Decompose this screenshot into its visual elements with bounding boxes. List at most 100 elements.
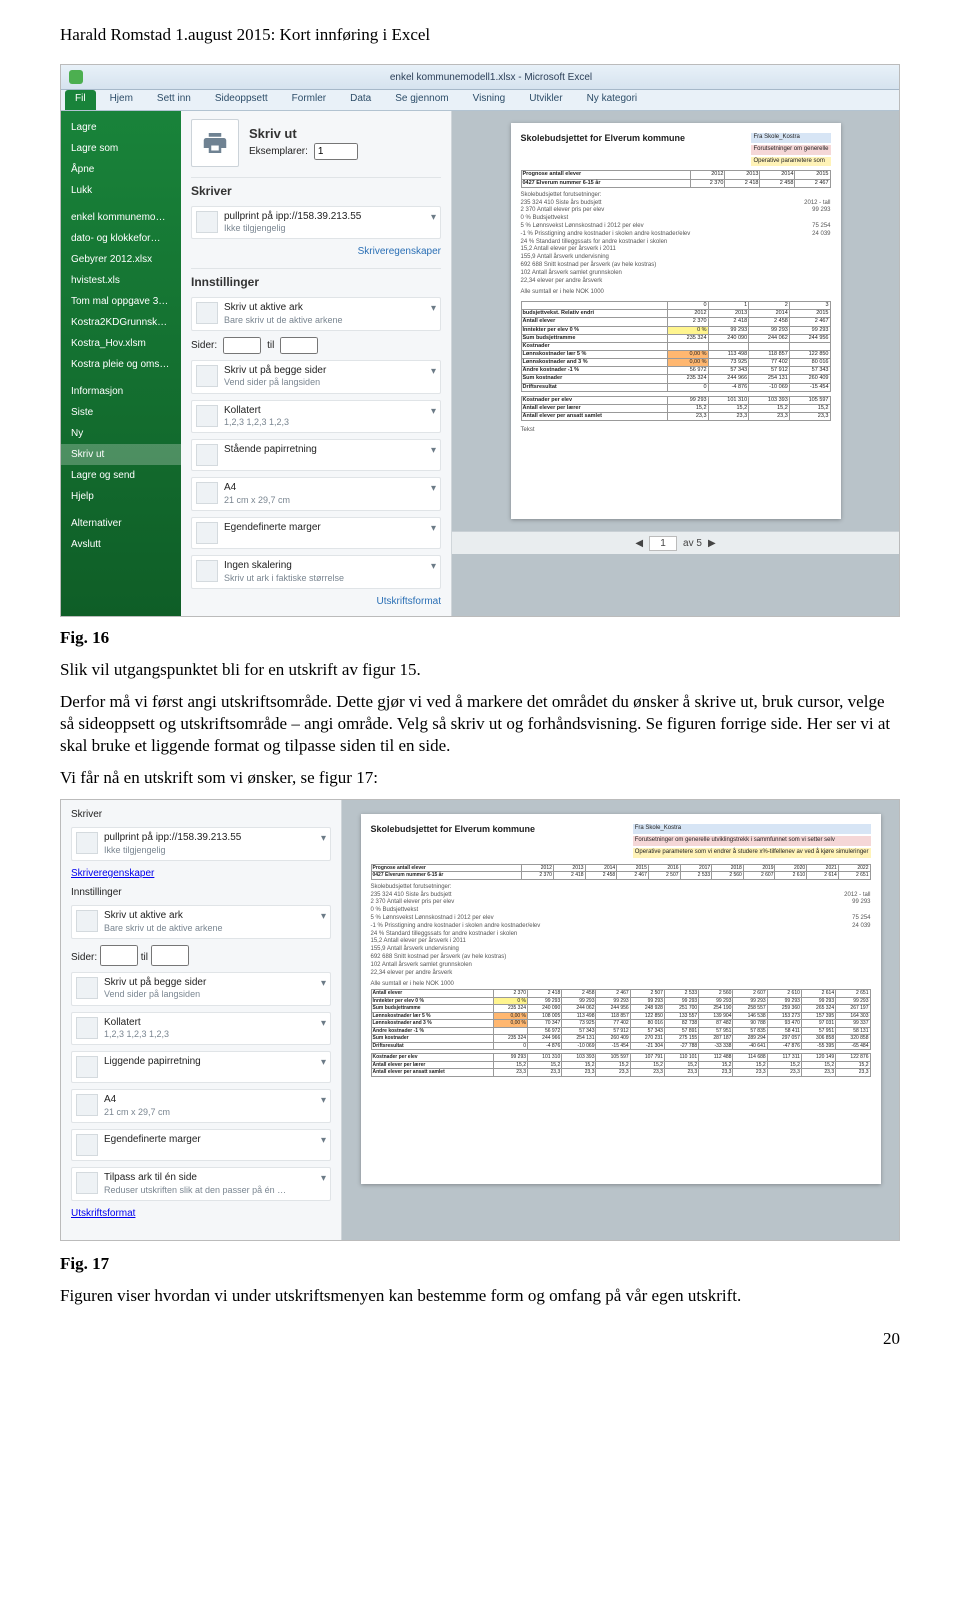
nav-prev-icon[interactable]: ◀ bbox=[635, 537, 643, 550]
fmitem-lagresom[interactable]: Lagre som bbox=[61, 138, 181, 159]
fmitem-recent-1[interactable]: enkel kommunemo… bbox=[61, 207, 181, 228]
chevron-down-icon: ▾ bbox=[321, 1172, 326, 1185]
tab-utvikler[interactable]: Utvikler bbox=[519, 90, 572, 110]
excel-print-screenshot-1: enkel kommunemodell1.xlsx - Microsoft Ex… bbox=[60, 64, 900, 617]
setting-active-title: Skriv ut aktive ark bbox=[224, 302, 425, 315]
page-number-box[interactable]: 1 bbox=[649, 536, 677, 551]
page-number: 20 bbox=[60, 1328, 900, 1350]
setting-active-sub: Bare skriv ut de aktive arkene bbox=[224, 315, 425, 326]
pages-from-input-2[interactable] bbox=[100, 945, 138, 966]
tab-nykategori[interactable]: Ny kategori bbox=[577, 90, 648, 110]
chevron-down-icon: ▾ bbox=[431, 560, 436, 573]
fmitem-recent-4[interactable]: hvistest.xls bbox=[61, 270, 181, 291]
chevron-down-icon: ▾ bbox=[431, 302, 436, 315]
tab-data[interactable]: Data bbox=[340, 90, 381, 110]
tab-formler[interactable]: Formler bbox=[282, 90, 336, 110]
fmitem-recent-7[interactable]: Kostra_Hov.xlsm bbox=[61, 333, 181, 354]
tag-blue: Fra Skole_Kostra bbox=[751, 133, 830, 143]
setting-collate[interactable]: Kollatert1,2,3 1,2,3 1,2,3 ▾ bbox=[191, 400, 441, 434]
setting-paper-2[interactable]: A421 cm x 29,7 cm ▾ bbox=[71, 1089, 331, 1123]
preview-page-1: Fra Skole_Kostra Forutsetninger om gener… bbox=[511, 123, 841, 519]
fmitem-informasjon[interactable]: Informasjon bbox=[61, 381, 181, 402]
duplex-icon bbox=[196, 365, 218, 387]
fmitem-lukk[interactable]: Lukk bbox=[61, 180, 181, 201]
setting-fit-page[interactable]: Tilpass ark til én sideReduser utskrifte… bbox=[71, 1167, 331, 1201]
fmitem-recent-2[interactable]: dato- og klokkefor… bbox=[61, 228, 181, 249]
tab-fil[interactable]: Fil bbox=[65, 90, 96, 110]
print-button[interactable] bbox=[191, 119, 239, 167]
tag-red: Forutsetninger om generelle bbox=[751, 145, 830, 155]
tab-sideoppsett[interactable]: Sideoppsett bbox=[205, 90, 278, 110]
fmitem-alternativer[interactable]: Alternativer bbox=[61, 513, 181, 534]
chevron-down-icon: ▾ bbox=[431, 365, 436, 378]
pv-sumrow: Alle sumtall er i hele NOK 1000 bbox=[521, 289, 831, 297]
pages-to-input-2[interactable] bbox=[151, 945, 189, 966]
fmitem-recent-3[interactable]: Gebyrer 2012.xlsx bbox=[61, 249, 181, 270]
printer-select-2[interactable]: pullprint på ipp://158.39.213.55 Ikke ti… bbox=[71, 827, 331, 861]
fmitem-ny[interactable]: Ny bbox=[61, 423, 181, 444]
printer-name: pullprint på ipp://158.39.213.55 bbox=[224, 211, 425, 224]
orientation-icon bbox=[196, 444, 218, 466]
printer-select[interactable]: pullprint på ipp://158.39.213.55 Ikke ti… bbox=[191, 206, 441, 240]
pages-to-label: til bbox=[267, 339, 274, 352]
setting-margins-2[interactable]: Egendefinerte marger ▾ bbox=[71, 1129, 331, 1161]
fmitem-skrivut[interactable]: Skriv ut bbox=[61, 444, 181, 465]
setting-twoside-title: Skriv ut på begge sider bbox=[224, 365, 425, 378]
tag-blue-2: Fra Skole_Kostra bbox=[633, 824, 871, 834]
setting-paper[interactable]: A421 cm x 29,7 cm ▾ bbox=[191, 477, 441, 511]
tab-hjem[interactable]: Hjem bbox=[100, 90, 143, 110]
fmitem-lagreogsend[interactable]: Lagre og send bbox=[61, 465, 181, 486]
tag-red-2: Forutsetninger om generelle utviklingstr… bbox=[633, 836, 871, 846]
fmitem-lagre[interactable]: Lagre bbox=[61, 117, 181, 138]
fmitem-recent-6[interactable]: Kostra2KDGrunnsk… bbox=[61, 312, 181, 333]
setting-margins[interactable]: Egendefinerte marger ▾ bbox=[191, 517, 441, 549]
setting-active-sheets-2[interactable]: Skriv ut aktive arkBare skriv ut de akti… bbox=[71, 905, 331, 939]
fmitem-siste[interactable]: Siste bbox=[61, 402, 181, 423]
setting-orientation-2[interactable]: Liggende papirretning ▾ bbox=[71, 1051, 331, 1083]
settings-section-2: Innstillinger bbox=[71, 886, 331, 899]
setting-two-sided[interactable]: Skriv ut på begge siderVend sider på lan… bbox=[191, 360, 441, 394]
setting-twoside-sub: Vend sider på langsiden bbox=[224, 377, 425, 388]
setting-scaling[interactable]: Ingen skaleringSkriv ut ark i faktiske s… bbox=[191, 555, 441, 589]
tab-settinn[interactable]: Sett inn bbox=[147, 90, 201, 110]
pages-to-input[interactable] bbox=[280, 337, 318, 354]
ribbon-tabs: Fil Hjem Sett inn Sideoppsett Formler Da… bbox=[61, 90, 899, 111]
setting-collate-2[interactable]: Kollatert1,2,3 1,2,3 1,2,3 ▾ bbox=[71, 1012, 331, 1046]
print-preview-pane: Fra Skole_Kostra Forutsetninger om gener… bbox=[452, 111, 899, 616]
fmitem-hjelp[interactable]: Hjelp bbox=[61, 486, 181, 507]
print-settings-pane: Skriv ut Eksemplarer: Skriver pullprint … bbox=[181, 111, 452, 616]
print-format-link-2[interactable]: Utskriftsformat bbox=[71, 1207, 331, 1220]
printer-properties-link[interactable]: Skriveregenskaper bbox=[191, 245, 441, 258]
setting-orientation[interactable]: Stående papirretning ▾ bbox=[191, 439, 441, 471]
s2-twoside-s: Vend sider på langsiden bbox=[104, 989, 315, 1000]
setting-two-sided-2[interactable]: Skriv ut på begge siderVend sider på lan… bbox=[71, 972, 331, 1006]
fmitem-apne[interactable]: Åpne bbox=[61, 159, 181, 180]
s2-orient-t: Liggende papirretning bbox=[104, 1056, 315, 1069]
setting-paper-sub: 21 cm x 29,7 cm bbox=[224, 495, 425, 506]
fit-icon bbox=[76, 1172, 98, 1194]
chevron-down-icon: ▾ bbox=[431, 405, 436, 418]
print-format-link[interactable]: Utskriftsformat bbox=[191, 595, 441, 608]
fig16-label: Fig. 16 bbox=[60, 628, 109, 647]
copies-label: Eksemplarer: bbox=[249, 145, 308, 158]
setting-active-sheets[interactable]: Skriv ut aktive arkBare skriv ut de akti… bbox=[191, 297, 441, 331]
printer-properties-link-2[interactable]: Skriveregenskaper bbox=[71, 867, 331, 880]
pages-from-input[interactable] bbox=[223, 337, 261, 354]
tab-visning[interactable]: Visning bbox=[463, 90, 516, 110]
chevron-down-icon: ▾ bbox=[321, 832, 326, 845]
copies-input[interactable] bbox=[314, 143, 358, 160]
print-title: Skriv ut bbox=[249, 126, 358, 143]
paragraph-1: Derfor må vi først angi utskriftsområde.… bbox=[60, 691, 900, 757]
chevron-down-icon: ▾ bbox=[321, 1094, 326, 1107]
fmitem-recent-5[interactable]: Tom mal oppgave 3… bbox=[61, 291, 181, 312]
fmitem-recent-8[interactable]: Kostra pleie og oms… bbox=[61, 354, 181, 375]
sheets-icon bbox=[196, 302, 218, 324]
tab-segjennom[interactable]: Se gjennom bbox=[385, 90, 458, 110]
fmitem-avslutt[interactable]: Avslutt bbox=[61, 534, 181, 555]
fig16-caption: Slik vil utgangspunktet bli for en utskr… bbox=[60, 659, 900, 681]
chevron-down-icon: ▾ bbox=[321, 1056, 326, 1069]
chevron-down-icon: ▾ bbox=[321, 977, 326, 990]
chevron-down-icon: ▾ bbox=[321, 1017, 326, 1030]
nav-next-icon[interactable]: ▶ bbox=[708, 537, 716, 550]
chevron-down-icon: ▾ bbox=[321, 1134, 326, 1147]
